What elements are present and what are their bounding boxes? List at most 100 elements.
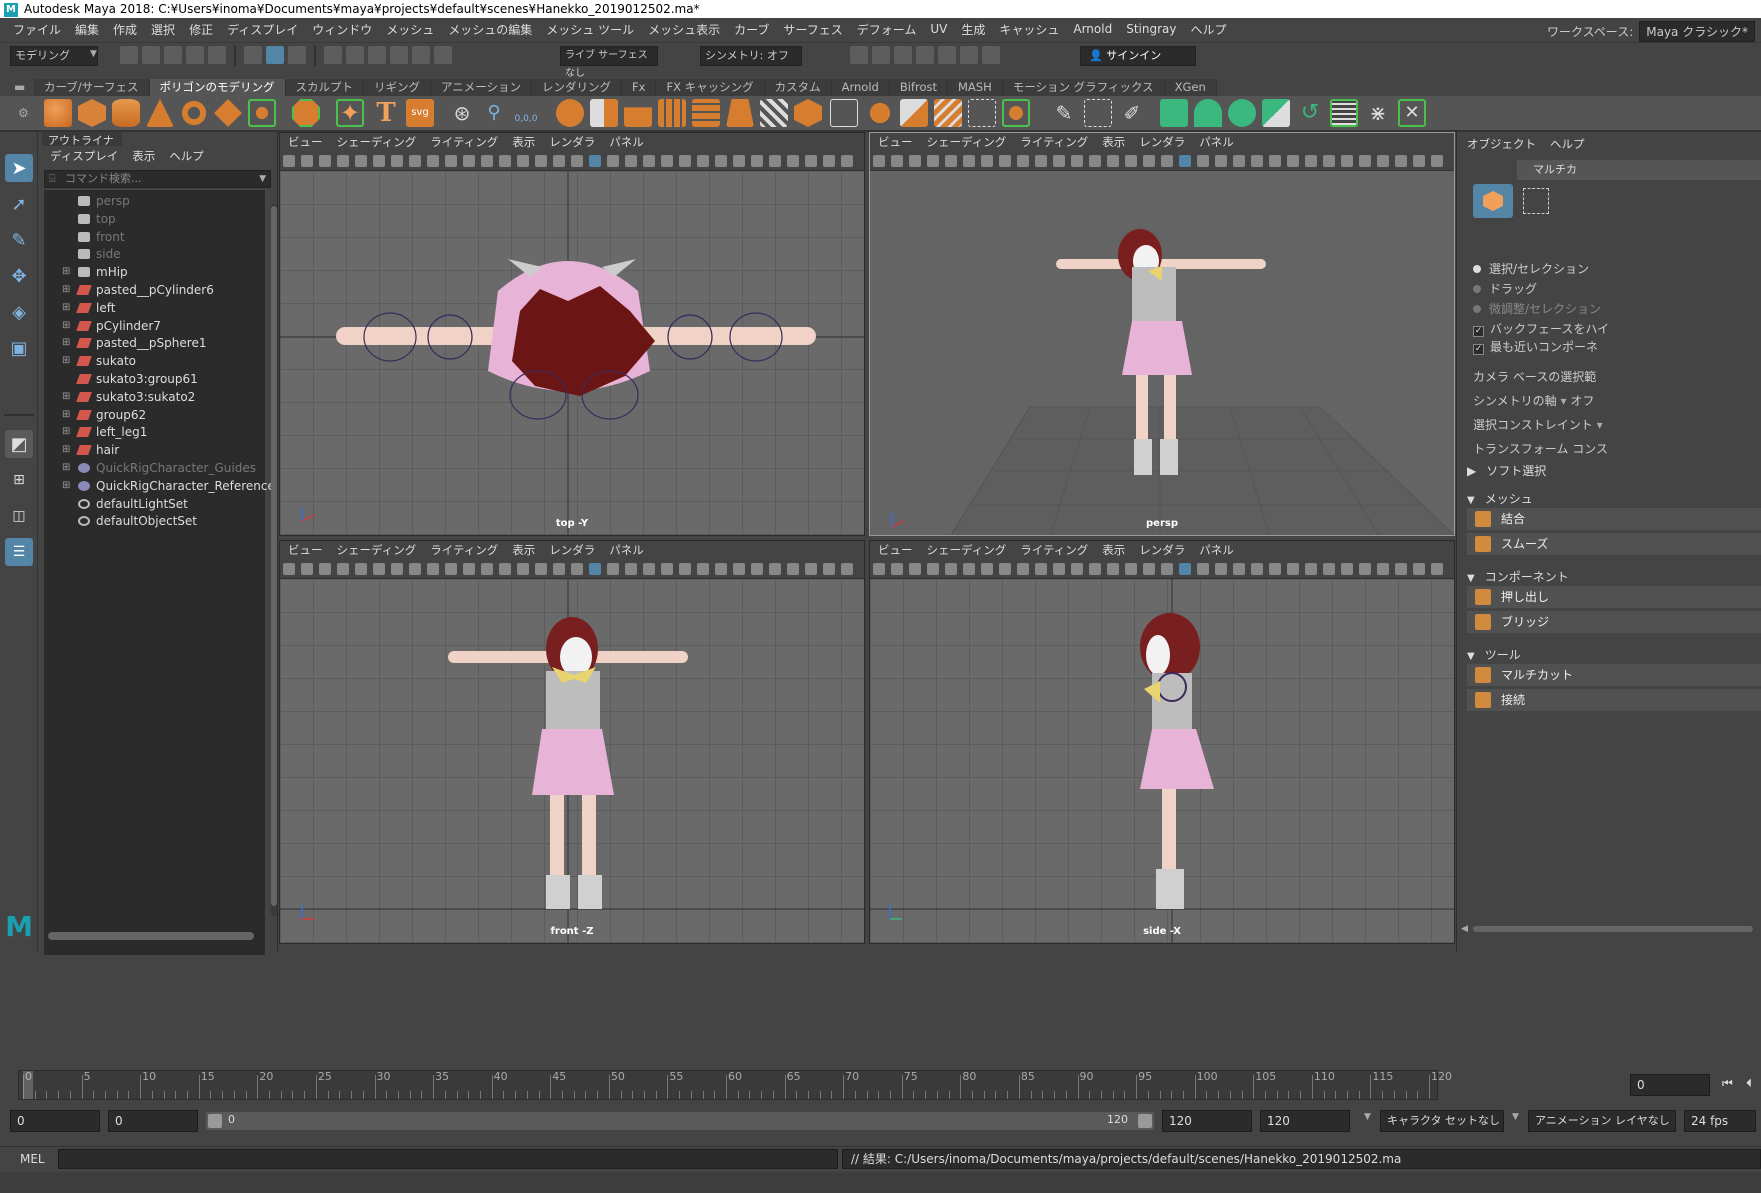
viewport-tool-icon[interactable] <box>1089 563 1101 575</box>
viewport-tool-icon[interactable] <box>1215 155 1227 167</box>
separate-icon[interactable] <box>590 99 618 127</box>
checkbox-icon[interactable]: ✓ <box>1473 326 1484 337</box>
menu-item[interactable]: メッシュ表示 <box>641 21 727 38</box>
viewport-tool-icon[interactable] <box>1269 563 1281 575</box>
shelf-tab[interactable]: モーション グラフィックス <box>1002 79 1165 96</box>
mesh-section-header[interactable]: ▼ メッシュ <box>1467 490 1533 507</box>
viewport-tool-icon[interactable] <box>589 155 601 167</box>
outliner-item[interactable]: ⊞ pasted__pSphere1 <box>44 334 265 352</box>
viewport-tool-icon[interactable] <box>661 155 673 167</box>
shelf-tab[interactable]: カスタム <box>764 79 832 96</box>
quadrangulate-icon[interactable] <box>1002 99 1030 127</box>
viewport-tool-icon[interactable] <box>319 155 331 167</box>
viewport-tool-icon[interactable] <box>769 563 781 575</box>
uv-layout-icon[interactable] <box>1330 99 1358 127</box>
viewport-tool-icon[interactable] <box>535 155 547 167</box>
svg-tool-icon[interactable]: svg <box>406 99 434 127</box>
viewport-tool-icon[interactable] <box>769 155 781 167</box>
viewport-tool-icon[interactable] <box>1107 563 1119 575</box>
side-viewport[interactable]: ビュー シェーディング ライティング 表示 レンダラ パネル side -X <box>869 540 1455 944</box>
rotate-tool-icon[interactable]: ◈ <box>5 298 33 326</box>
radio-icon[interactable] <box>1473 305 1481 313</box>
viewport-menu-item[interactable]: パネル <box>1199 542 1234 558</box>
viewport-tool-icon[interactable] <box>787 563 799 575</box>
persp-viewport[interactable]: ビュー シェーディング ライティング 表示 レンダラ パネル persp <box>869 132 1455 536</box>
combine-icon[interactable] <box>556 99 584 127</box>
viewport-tool-icon[interactable] <box>945 563 957 575</box>
viewport-tool-icon[interactable] <box>409 155 421 167</box>
viewport-tool-icon[interactable] <box>679 155 691 167</box>
soft-select-section[interactable]: ▶ ソフト選択 <box>1467 462 1546 479</box>
viewport-tool-icon[interactable] <box>873 155 885 167</box>
outliner-item[interactable]: ⊞ sukato3:sukato2 <box>44 388 265 406</box>
toolkit-hscrollbar[interactable] <box>1473 926 1753 932</box>
viewport-tool-icon[interactable] <box>1035 563 1047 575</box>
menu-item[interactable]: キャッシュ <box>992 21 1066 38</box>
menu-item[interactable]: メッシュ <box>379 21 441 38</box>
menu-item[interactable]: ディスプレイ <box>220 21 305 38</box>
viewport-tool-icon[interactable] <box>661 563 673 575</box>
arnold-render-icon[interactable] <box>960 46 978 64</box>
outliner-item[interactable]: ⊞ left_leg1 <box>44 423 265 441</box>
poly-cylinder-icon[interactable] <box>112 99 140 127</box>
tools-button[interactable]: マルチカット <box>1467 664 1761 686</box>
expand-icon[interactable]: ⊞ <box>62 334 72 352</box>
viewport-tool-icon[interactable] <box>1377 563 1389 575</box>
snap-surface-icon[interactable] <box>412 46 430 64</box>
mesh-button[interactable]: 結合 <box>1467 508 1761 530</box>
viewport-tool-icon[interactable] <box>301 155 313 167</box>
single-pane-layout-icon[interactable]: ◩ <box>5 430 33 458</box>
select-component-icon[interactable] <box>288 46 306 64</box>
shelf-tab[interactable]: カーブ/サーフェス <box>34 79 150 96</box>
fps-dropdown[interactable]: 24 fps <box>1684 1110 1756 1132</box>
playback-end-field[interactable]: 120 <box>1162 1110 1252 1132</box>
viewport-tool-icon[interactable] <box>1197 563 1209 575</box>
range-end-handle[interactable] <box>1138 1114 1152 1128</box>
render-frame-icon[interactable] <box>872 46 890 64</box>
viewport-tool-icon[interactable] <box>319 563 331 575</box>
spherical-map-icon[interactable] <box>1228 99 1256 127</box>
shelf-tab[interactable]: XGen <box>1164 79 1217 96</box>
mesh-button[interactable]: スムーズ <box>1467 533 1761 555</box>
viewport-tool-icon[interactable] <box>607 563 619 575</box>
current-time-indicator[interactable] <box>23 1071 33 1099</box>
move-tool-icon[interactable]: ✥ <box>5 262 33 290</box>
select-tool-icon[interactable]: ➤ <box>5 154 33 182</box>
shelf-tab[interactable]: FX キャッシング <box>656 79 765 96</box>
outliner-item[interactable]: top <box>44 210 265 228</box>
outliner-hscrollbar[interactable] <box>48 932 254 940</box>
playback-start-field[interactable]: 0 <box>108 1110 198 1132</box>
outliner-menu-item[interactable]: ヘルプ <box>169 148 204 164</box>
vertex-mode-button[interactable] <box>1523 188 1549 214</box>
viewport-tool-icon[interactable] <box>283 155 295 167</box>
viewport-tool-icon[interactable] <box>1341 155 1353 167</box>
viewport-tool-icon[interactable] <box>643 155 655 167</box>
viewport-menu-item[interactable]: レンダラ <box>549 542 595 558</box>
outliner-item[interactable]: ⊞ group62 <box>44 406 265 424</box>
viewport-tool-icon[interactable] <box>1215 563 1227 575</box>
expand-icon[interactable]: ⊞ <box>62 477 72 495</box>
viewport-tool-icon[interactable] <box>481 563 493 575</box>
boolean-icon[interactable] <box>900 99 928 127</box>
tools-section-header[interactable]: ▼ ツール <box>1467 646 1521 663</box>
outliner-item[interactable]: ⊞ QuickRigCharacter_Guides <box>44 459 265 477</box>
viewport-tool-icon[interactable] <box>963 155 975 167</box>
history-icon[interactable] <box>434 46 452 64</box>
viewport-tool-icon[interactable] <box>409 563 421 575</box>
shelf-tab[interactable]: レンダリング <box>532 79 623 96</box>
menu-set-dropdown[interactable]: モデリング <box>10 46 98 66</box>
expand-icon[interactable]: ⊞ <box>62 281 72 299</box>
range-start-handle[interactable] <box>208 1114 222 1128</box>
center-pivot-icon[interactable]: 0,0,0 <box>512 99 540 127</box>
viewport-tool-icon[interactable] <box>963 563 975 575</box>
start-time-field[interactable]: 0 <box>10 1110 100 1132</box>
viewport-tool-icon[interactable] <box>625 563 637 575</box>
sculpt-tool-icon[interactable]: ⊛ <box>448 99 476 127</box>
viewport-tool-icon[interactable] <box>715 155 727 167</box>
shelf-tab[interactable]: ポリゴンのモデリング <box>149 79 286 96</box>
viewport-tool-icon[interactable] <box>499 563 511 575</box>
viewport-tool-icon[interactable] <box>445 155 457 167</box>
viewport-tool-icon[interactable] <box>517 563 529 575</box>
multicut-tab[interactable]: マルチカ <box>1517 160 1761 180</box>
viewport-tool-icon[interactable] <box>1161 563 1173 575</box>
